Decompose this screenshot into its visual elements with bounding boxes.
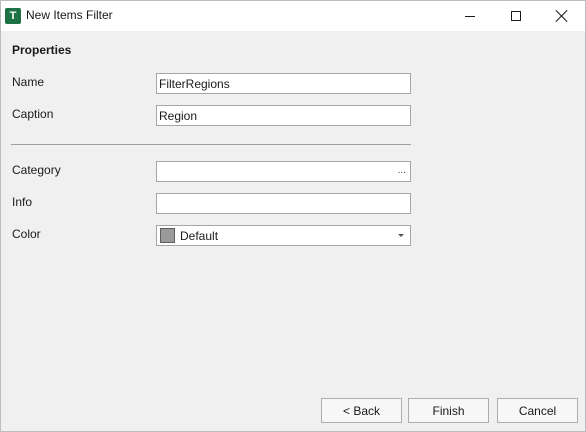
finish-button[interactable]: Finish [408, 398, 489, 423]
window-title: New Items Filter [26, 8, 113, 22]
minimize-button[interactable] [447, 1, 493, 31]
cancel-button[interactable]: Cancel [497, 398, 578, 423]
browse-button[interactable]: ... [398, 162, 406, 179]
color-label: Color [12, 227, 41, 241]
color-value: Default [180, 229, 219, 243]
close-icon [556, 10, 568, 22]
category-field[interactable]: ... [156, 161, 411, 182]
minimize-icon [465, 15, 475, 17]
section-title: Properties [12, 43, 72, 57]
info-field[interactable] [156, 193, 411, 214]
title-bar[interactable]: T New Items Filter [1, 1, 585, 31]
close-button[interactable] [539, 1, 585, 31]
chevron-down-icon[interactable] [398, 234, 404, 237]
maximize-button[interactable] [493, 1, 539, 31]
caption-field[interactable] [156, 105, 411, 126]
maximize-icon [511, 11, 521, 21]
category-label: Category [12, 163, 61, 177]
caption-label: Caption [12, 107, 54, 121]
name-label: Name [12, 75, 45, 89]
new-items-filter-dialog: T New Items Filter Properties Name Capti… [0, 0, 586, 432]
name-field[interactable] [156, 73, 411, 94]
back-button[interactable]: < Back [321, 398, 402, 423]
color-swatch [160, 228, 175, 243]
divider [11, 144, 411, 145]
app-logo-icon: T [5, 8, 21, 24]
color-select[interactable]: Default [156, 225, 411, 246]
info-label: Info [12, 195, 33, 209]
